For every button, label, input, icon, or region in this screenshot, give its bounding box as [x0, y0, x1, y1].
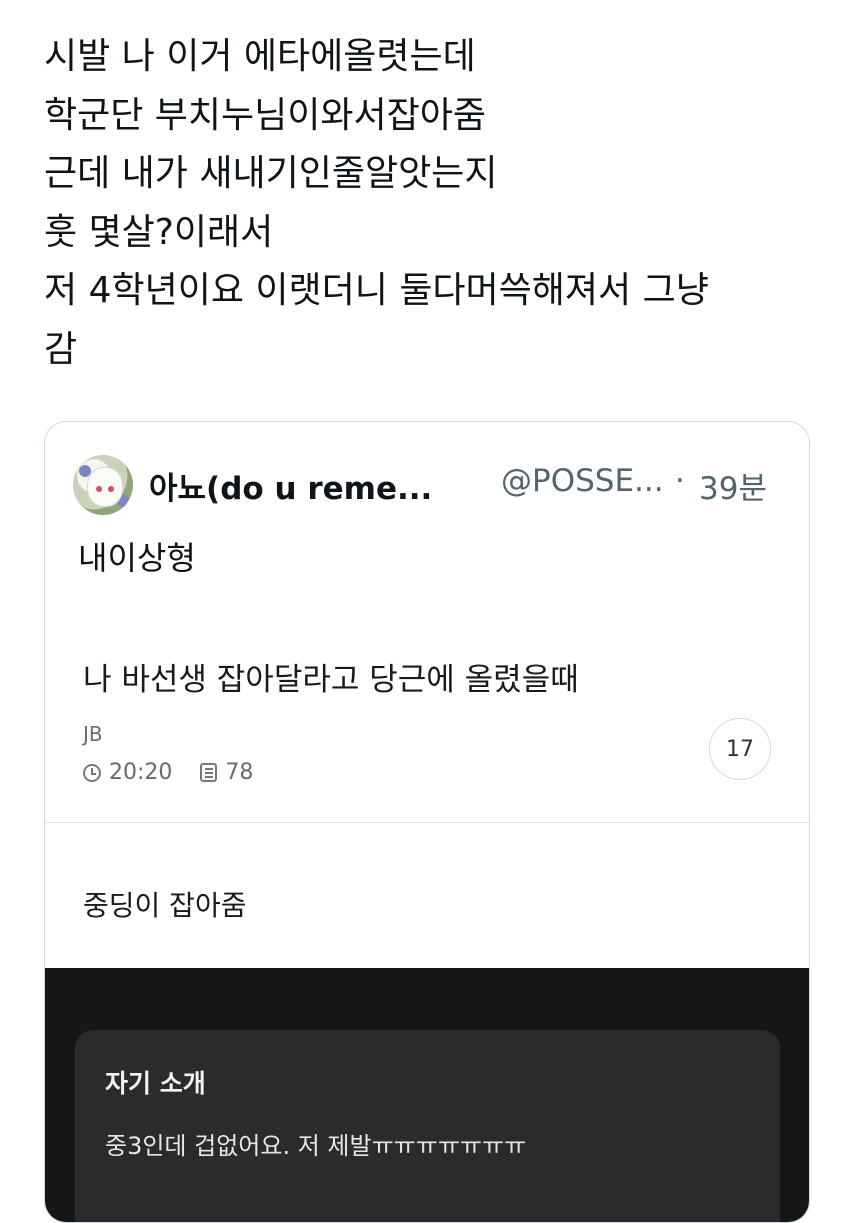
- avatar-face: [87, 467, 123, 507]
- separator-dot: ·: [675, 463, 685, 499]
- screenshot-caption: 중딩이 잡아줌: [83, 889, 247, 922]
- self-intro-text: 중3인데 겁없어요. 저 제발ㅠㅠㅠㅠㅠㅠㅠ: [105, 1132, 527, 1160]
- chat-count-badge: 17: [709, 718, 771, 780]
- post-text: 시발 나 이거 에타에올렷는데 학군단 부치누님이와서잡아줌 근데 내가 새내기…: [44, 28, 834, 379]
- screenshot-views: 78: [225, 760, 254, 785]
- quoted-post-header: 아뇨(do u reme... @POSSE... · 39분: [73, 455, 779, 515]
- display-name[interactable]: 아뇨(do u reme...: [149, 463, 432, 508]
- attached-screenshot[interactable]: 나 바선생 잡아달라고 당근에 올렸을때 JB 20:20 78 17 중딩이 …: [45, 598, 809, 1222]
- screenshot-meta: 20:20 78: [83, 760, 253, 785]
- post-line: 시발 나 이거 에타에올렷는데: [44, 36, 476, 77]
- list-icon: [200, 763, 218, 782]
- post-line: 감: [44, 328, 78, 370]
- post-line: 근데 내가 새내기인줄알앗는지: [44, 153, 498, 194]
- screenshot-post-title: 나 바선생 잡아달라고 당근에 올렸을때: [83, 662, 579, 698]
- screenshot-region: JB: [83, 722, 103, 746]
- dark-profile-panel: 자기 소개 중3인데 겁없어요. 저 제발ㅠㅠㅠㅠㅠㅠㅠ: [45, 968, 809, 1222]
- clock-icon: [83, 763, 101, 782]
- avatar[interactable]: [73, 455, 133, 515]
- quoted-post-card[interactable]: 아뇨(do u reme... @POSSE... · 39분 내이상형 나 바…: [44, 421, 810, 1223]
- self-intro-title: 자기 소개: [105, 1069, 206, 1098]
- quoted-post-text: 내이상형: [78, 539, 196, 577]
- post-line: 훗 몇살?이래서: [44, 211, 274, 253]
- screenshot-time: 20:20: [109, 760, 173, 785]
- divider: [45, 822, 809, 823]
- avatar-eye: [96, 486, 102, 492]
- post-line: 저 4학년이요 이랫더니 둘다머쓱해져서 그냥: [44, 270, 709, 311]
- post-timestamp[interactable]: 39분: [699, 463, 767, 508]
- self-intro-card: 자기 소개 중3인데 겁없어요. 저 제발ㅠㅠㅠㅠㅠㅠㅠ: [75, 1030, 780, 1222]
- user-handle[interactable]: @POSSE...: [501, 463, 664, 499]
- avatar-eye: [108, 486, 114, 492]
- post-line: 학군단 부치누님이와서잡아줌: [44, 94, 487, 136]
